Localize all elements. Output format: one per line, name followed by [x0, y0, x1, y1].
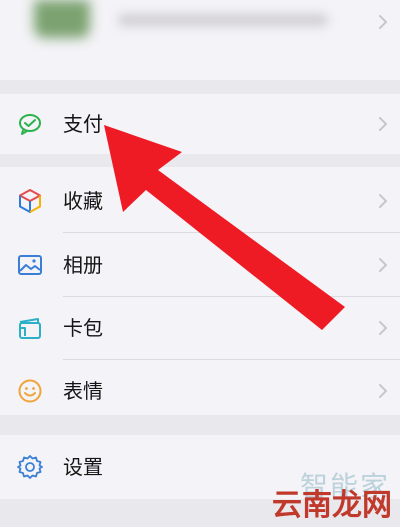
cube-icon [19, 189, 41, 213]
menu-item-label: 设置 [63, 455, 103, 479]
chevron-right-icon [379, 117, 387, 131]
wechat-pay-icon [19, 114, 41, 135]
wallet-icon [19, 318, 41, 339]
menu-item-label: 表情 [63, 379, 103, 403]
divider [63, 359, 400, 360]
gear-icon [17, 455, 43, 479]
menu-item-cards[interactable]: 卡包 [0, 298, 400, 358]
pay-section: 支付 [0, 94, 400, 154]
menu-item-favorites[interactable]: 收藏 [0, 171, 400, 231]
chevron-right-icon [379, 258, 387, 272]
chevron-right-icon [379, 384, 387, 398]
chevron-right-icon [379, 15, 387, 29]
menu-item-pay[interactable]: 支付 [0, 94, 400, 154]
divider [63, 232, 400, 233]
profile-header[interactable] [0, 0, 400, 80]
chevron-right-icon [379, 194, 387, 208]
menu-item-label: 收藏 [63, 189, 103, 213]
menu-item-album[interactable]: 相册 [0, 235, 400, 295]
menu-item-label: 支付 [63, 112, 103, 136]
profile-name-blur [118, 14, 328, 26]
smiley-icon [18, 379, 42, 403]
menu-item-label: 相册 [63, 253, 103, 277]
menu-item-stickers[interactable]: 表情 [0, 361, 400, 421]
image-icon [18, 255, 42, 275]
divider [63, 296, 400, 297]
menu-item-label: 卡包 [63, 316, 103, 340]
main-section: 收藏 相册 卡包 表情 [0, 167, 400, 415]
avatar [34, 0, 90, 38]
watermark-yunnanlongwang: 云南龙网 [272, 488, 392, 523]
chevron-right-icon [379, 321, 387, 335]
